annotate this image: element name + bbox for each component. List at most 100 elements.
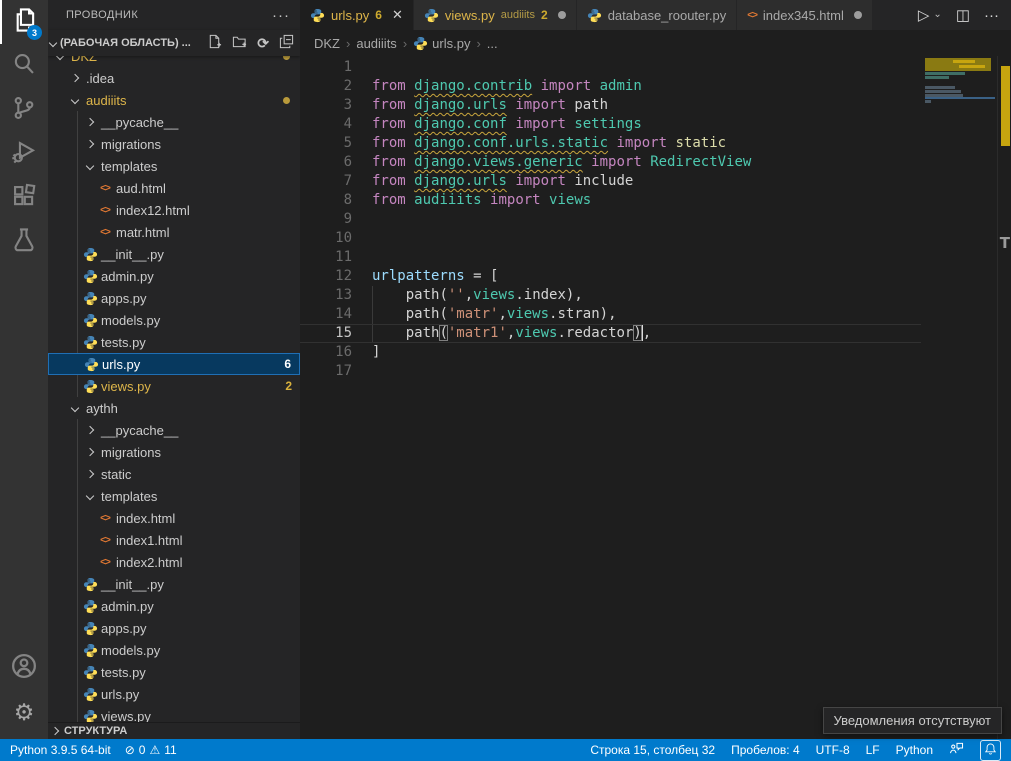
python-file-icon bbox=[83, 269, 98, 284]
tree-item-tests-py[interactable]: tests.py bbox=[48, 661, 300, 683]
tab-urls-py[interactable]: urls.py6✕ bbox=[300, 0, 414, 30]
tab-index345-html[interactable]: <>index345.html bbox=[737, 0, 873, 30]
breadcrumb-item--[interactable]: ... bbox=[487, 36, 498, 51]
tree-item-static[interactable]: static bbox=[48, 463, 300, 485]
code-line-7[interactable]: 7from django.urls import include bbox=[300, 172, 921, 191]
tree-item-migrations[interactable]: migrations bbox=[48, 133, 300, 155]
account-button[interactable] bbox=[0, 646, 48, 690]
tree-item-apps-py[interactable]: apps.py bbox=[48, 617, 300, 639]
split-editor-icon[interactable]: ◫ bbox=[956, 8, 970, 23]
tree-item-dkz[interactable]: DKZ bbox=[48, 56, 300, 67]
warning-count: 11 bbox=[164, 743, 176, 757]
code-line-14[interactable]: 14 path('matr',views.stran), bbox=[300, 305, 921, 324]
minimap[interactable] bbox=[925, 58, 995, 103]
breadcrumb-item-audiiits[interactable]: audiiits bbox=[356, 36, 396, 51]
tree-item-tests-py[interactable]: tests.py bbox=[48, 331, 300, 353]
modified-dot-icon[interactable] bbox=[854, 11, 862, 19]
modified-dot-icon[interactable] bbox=[558, 11, 566, 19]
breadcrumb-item-dkz[interactable]: DKZ bbox=[314, 36, 340, 51]
tab-database-roouter-py[interactable]: database_roouter.py bbox=[577, 0, 738, 30]
tree-item-admin-py[interactable]: admin.py bbox=[48, 595, 300, 617]
tree-item-apps-py[interactable]: apps.py bbox=[48, 287, 300, 309]
outline-section-header[interactable]: СТРУКТУРА bbox=[48, 722, 300, 739]
tree-item--pycache-[interactable]: __pycache__ bbox=[48, 111, 300, 133]
tree-item-aud-html[interactable]: <>aud.html bbox=[48, 177, 300, 199]
code-line-3[interactable]: 3from django.urls import path bbox=[300, 96, 921, 115]
explorer-activity-button[interactable]: 3 bbox=[0, 0, 48, 44]
code-line-12[interactable]: 12urlpatterns = [ bbox=[300, 267, 921, 286]
tree-item-urls-py[interactable]: urls.py6 bbox=[48, 353, 300, 375]
code-line-6[interactable]: 6from django.views.generic import Redire… bbox=[300, 153, 921, 172]
eol-status[interactable]: LF bbox=[866, 743, 880, 757]
more-actions-icon[interactable]: ··· bbox=[984, 8, 999, 23]
tree-item--init-py[interactable]: __init__.py bbox=[48, 573, 300, 595]
run-debug-activity-button[interactable] bbox=[0, 132, 48, 176]
search-activity-button[interactable] bbox=[0, 44, 48, 88]
tree-item-urls-py[interactable]: urls.py bbox=[48, 683, 300, 705]
problems-status[interactable]: ⊘ 0 ⚠ 11 bbox=[125, 743, 177, 757]
notifications-bell-button[interactable] bbox=[980, 740, 1001, 761]
indentation-status[interactable]: Пробелов: 4 bbox=[731, 743, 800, 757]
tree-item-templates[interactable]: templates bbox=[48, 485, 300, 507]
feedback-button[interactable] bbox=[949, 742, 964, 758]
code-editor[interactable]: 12from django.contrib import admin3from … bbox=[300, 56, 1011, 739]
new-folder-icon[interactable] bbox=[232, 34, 247, 52]
tree-item-views-py[interactable]: views.py2 bbox=[48, 375, 300, 397]
code-token bbox=[532, 78, 540, 94]
code-line-1[interactable]: 1 bbox=[300, 58, 921, 77]
tree-item-index2-html[interactable]: <>index2.html bbox=[48, 551, 300, 573]
cursor-position-status[interactable]: Строка 15, столбец 32 bbox=[590, 743, 715, 757]
settings-button[interactable]: ⚙ bbox=[0, 690, 48, 734]
code-line-10[interactable]: 10 bbox=[300, 229, 921, 248]
tree-item-label: urls.py bbox=[101, 687, 139, 702]
sidebar-more-actions-icon[interactable]: ··· bbox=[272, 7, 290, 24]
code-line-17[interactable]: 17 bbox=[300, 362, 921, 381]
tree-item-index-html[interactable]: <>index.html bbox=[48, 507, 300, 529]
line-number: 13 bbox=[300, 286, 352, 305]
tree-item-admin-py[interactable]: admin.py bbox=[48, 265, 300, 287]
tree-item-migrations[interactable]: migrations bbox=[48, 441, 300, 463]
code-line-15[interactable]: 15 path('matr1',views.redactor), bbox=[300, 324, 921, 343]
tree-item--idea[interactable]: .idea bbox=[48, 67, 300, 89]
tree-item-views-py[interactable]: views.py bbox=[48, 705, 300, 722]
new-file-icon[interactable] bbox=[207, 34, 222, 52]
tree-item-audiiits[interactable]: audiiits bbox=[48, 89, 300, 111]
run-button[interactable]: ▷ bbox=[918, 8, 930, 23]
python-file-icon bbox=[84, 357, 99, 372]
collapse-all-icon[interactable] bbox=[279, 34, 294, 52]
tree-item-templates[interactable]: templates bbox=[48, 155, 300, 177]
encoding-status[interactable]: UTF-8 bbox=[816, 743, 850, 757]
overview-ruler[interactable]: T bbox=[997, 56, 1011, 739]
tree-item-index12-html[interactable]: <>index12.html bbox=[48, 199, 300, 221]
overview-warning-band bbox=[1001, 66, 1010, 146]
tab-views-py[interactable]: views.pyaudiiits2 bbox=[414, 0, 577, 30]
close-icon[interactable]: ✕ bbox=[392, 7, 403, 23]
tree-item-label: templates bbox=[101, 489, 157, 504]
tree-item--pycache-[interactable]: __pycache__ bbox=[48, 419, 300, 441]
code-line-4[interactable]: 4from django.conf import settings bbox=[300, 115, 921, 134]
code-line-5[interactable]: 5from django.conf.urls.static import sta… bbox=[300, 134, 921, 153]
code-line-13[interactable]: 13 path('',views.index), bbox=[300, 286, 921, 305]
code-line-2[interactable]: 2from django.contrib import admin bbox=[300, 77, 921, 96]
refresh-icon[interactable]: ⟳ bbox=[257, 36, 269, 50]
workspace-section-header[interactable]: (РАБОЧАЯ ОБЛАСТЬ) ... ⟳ bbox=[48, 30, 300, 56]
python-file-icon bbox=[587, 8, 602, 23]
code-line-9[interactable]: 9 bbox=[300, 210, 921, 229]
source-control-activity-button[interactable] bbox=[0, 88, 48, 132]
tree-item-matr-html[interactable]: <>matr.html bbox=[48, 221, 300, 243]
tree-item--init-py[interactable]: __init__.py bbox=[48, 243, 300, 265]
tree-item-index1-html[interactable]: <>index1.html bbox=[48, 529, 300, 551]
tree-item-aythh[interactable]: aythh bbox=[48, 397, 300, 419]
code-line-16[interactable]: 16] bbox=[300, 343, 921, 362]
run-dropdown-icon[interactable]: ⌄ bbox=[933, 10, 941, 20]
code-line-8[interactable]: 8from audiiits import views bbox=[300, 191, 921, 210]
python-interpreter-status[interactable]: Python 3.9.5 64-bit bbox=[10, 743, 111, 757]
language-mode-status[interactable]: Python bbox=[896, 743, 933, 757]
testing-activity-button[interactable] bbox=[0, 220, 48, 264]
tree-item-models-py[interactable]: models.py bbox=[48, 639, 300, 661]
extensions-activity-button[interactable] bbox=[0, 176, 48, 220]
code-line-11[interactable]: 11 bbox=[300, 248, 921, 267]
tree-item-label: urls.py bbox=[102, 357, 140, 372]
breadcrumb-item-urls-py[interactable]: urls.py bbox=[413, 36, 470, 51]
tree-item-models-py[interactable]: models.py bbox=[48, 309, 300, 331]
